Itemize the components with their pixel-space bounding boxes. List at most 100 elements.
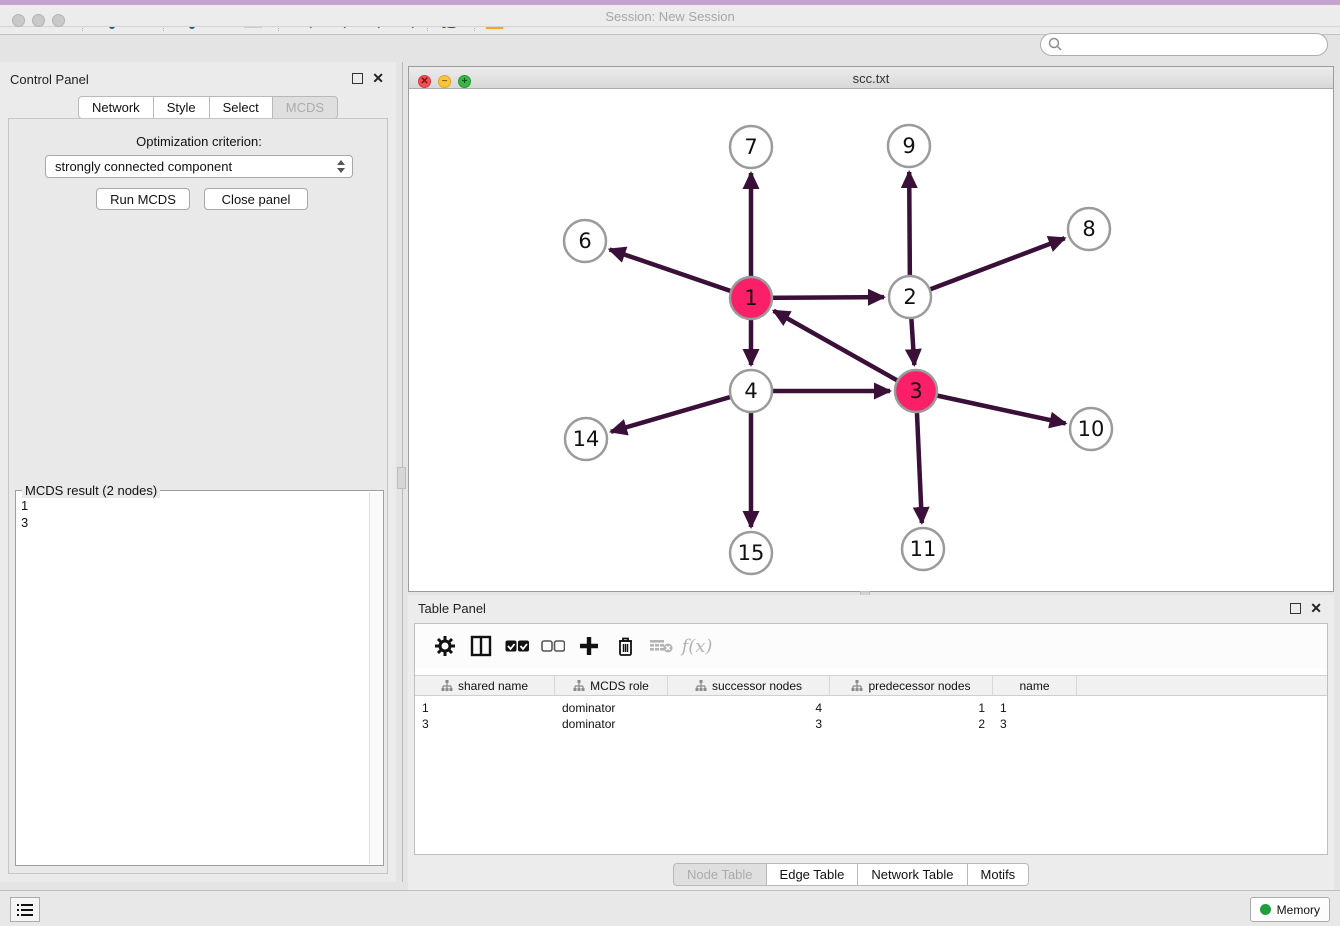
- column-label: successor nodes: [712, 679, 802, 693]
- table-header-row: shared name MCDS role successor nodes pr…: [415, 675, 1327, 696]
- float-panel-icon[interactable]: [1290, 603, 1301, 614]
- mcds-result-box: MCDS result (2 nodes) 1 3: [15, 490, 384, 866]
- column-label: MCDS role: [590, 679, 649, 693]
- column-header-shared-name[interactable]: shared name: [415, 676, 555, 695]
- column-layout-button[interactable]: [463, 629, 499, 663]
- tab-motifs[interactable]: Motifs: [968, 863, 1030, 886]
- column-label: shared name: [458, 679, 528, 693]
- os-titlebar: Session: New Session: [0, 5, 1340, 27]
- column-header-mcds-role[interactable]: MCDS role: [555, 676, 668, 695]
- node-table-container: f(x) shared name MCDS role successor nod…: [414, 623, 1328, 855]
- column-header-name[interactable]: name: [993, 676, 1077, 695]
- criterion-dropdown[interactable]: strongly connected component: [45, 155, 353, 178]
- deselect-all-rows-button[interactable]: [535, 629, 571, 663]
- tab-network-table[interactable]: Network Table: [858, 863, 967, 886]
- cell-predecessor-nodes[interactable]: 2: [830, 716, 993, 732]
- memory-button[interactable]: Memory: [1250, 897, 1330, 922]
- column-type-icon: [573, 680, 585, 691]
- graph-edge-3-1[interactable]: [774, 311, 916, 391]
- graph-node-label: 2: [903, 285, 916, 309]
- table-panel-controls: ✕: [1290, 600, 1322, 617]
- cell-shared-name[interactable]: 3: [415, 716, 555, 732]
- trash-icon: [616, 636, 635, 657]
- network-canvas[interactable]: 1 2 3 4 6 7 8 9 10 11 14 15: [409, 89, 1333, 591]
- float-panel-icon[interactable]: [352, 73, 363, 84]
- graph-node-7[interactable]: 7: [730, 126, 772, 168]
- tab-edge-table[interactable]: Edge Table: [767, 863, 859, 886]
- graph-node-14[interactable]: 14: [565, 418, 607, 460]
- search-input[interactable]: [1063, 36, 1327, 54]
- table-row[interactable]: 1 dominator 4 1 1: [415, 700, 1327, 716]
- graph-node-6[interactable]: 6: [564, 220, 606, 262]
- cell-shared-name[interactable]: 1: [415, 700, 555, 716]
- close-panel-icon[interactable]: ✕: [372, 70, 384, 87]
- network-window-titlebar[interactable]: ✕−+ scc.txt: [409, 67, 1333, 89]
- cell-mcds-role[interactable]: dominator: [555, 700, 668, 716]
- table-toolbar: f(x): [415, 624, 1327, 668]
- graph-edge-1-6[interactable]: [610, 249, 751, 298]
- cell-name[interactable]: 3: [993, 716, 1077, 732]
- graph-node-3[interactable]: 3: [895, 370, 937, 412]
- tab-style[interactable]: Style: [154, 96, 210, 119]
- graph-node-9[interactable]: 9: [888, 125, 930, 167]
- cell-predecessor-nodes[interactable]: 1: [830, 700, 993, 716]
- graph-node-label: 7: [744, 135, 757, 159]
- graph-node-label: 6: [578, 229, 591, 253]
- column-header-successor-nodes[interactable]: successor nodes: [668, 676, 830, 695]
- tab-node-table[interactable]: Node Table: [673, 863, 767, 886]
- delete-table-button: [643, 629, 679, 663]
- graph-node-11[interactable]: 11: [902, 528, 944, 570]
- graph-node-2[interactable]: 2: [889, 276, 931, 318]
- cell-successor-nodes[interactable]: 4: [668, 700, 830, 716]
- cell-name[interactable]: 1: [993, 700, 1077, 716]
- cell-successor-nodes[interactable]: 3: [668, 716, 830, 732]
- graph-node-label: 15: [738, 541, 765, 565]
- status-bar: Memory: [0, 890, 1340, 926]
- column-label: predecessor nodes: [868, 679, 970, 693]
- mcds-result-item: 1: [21, 497, 28, 514]
- graph-node-label: 11: [910, 537, 937, 561]
- tab-network[interactable]: Network: [78, 96, 154, 119]
- search-box[interactable]: [1040, 33, 1328, 56]
- graph-node-1[interactable]: 1: [730, 277, 772, 319]
- graph-node-label: 4: [744, 379, 757, 403]
- tab-select[interactable]: Select: [210, 96, 273, 119]
- run-mcds-button[interactable]: Run MCDS: [96, 188, 190, 210]
- vertical-splitter[interactable]: [396, 62, 408, 882]
- column-type-icon: [851, 680, 863, 691]
- gear-icon: [434, 635, 456, 657]
- splitter-handle[interactable]: [397, 467, 406, 489]
- close-panel-button[interactable]: Close panel: [204, 188, 308, 210]
- control-panel-controls: ✕: [352, 70, 384, 87]
- select-all-rows-button[interactable]: [499, 629, 535, 663]
- add-column-button[interactable]: [571, 629, 607, 663]
- memory-label: Memory: [1277, 903, 1320, 917]
- cell-mcds-role[interactable]: dominator: [555, 716, 668, 732]
- plus-icon: [579, 636, 599, 656]
- column-type-icon: [441, 680, 453, 691]
- graph-node-8[interactable]: 8: [1068, 208, 1110, 250]
- graph-node-10[interactable]: 10: [1070, 408, 1112, 450]
- table-panel-title: Table Panel: [418, 601, 486, 616]
- table-panel: Table Panel ✕: [408, 595, 1334, 890]
- graph-node-4[interactable]: 4: [730, 370, 772, 412]
- table-settings-button[interactable]: [427, 629, 463, 663]
- dropdown-stepper-icon: [337, 160, 345, 173]
- control-panel-tabs: Network Style Select MCDS: [78, 96, 338, 119]
- graph-edge-2-8[interactable]: [910, 238, 1065, 297]
- close-panel-icon[interactable]: ✕: [1310, 600, 1322, 617]
- session-title: Session: New Session: [0, 9, 1340, 24]
- column-header-predecessor-nodes[interactable]: predecessor nodes: [830, 676, 993, 695]
- task-history-button[interactable]: [10, 897, 40, 922]
- tab-mcds[interactable]: MCDS: [273, 96, 338, 119]
- table-panel-tabs: Node Table Edge Table Network Table Moti…: [673, 863, 1029, 886]
- result-scrollbar[interactable]: [369, 492, 382, 864]
- mcds-result-item: 3: [21, 514, 28, 531]
- graph-node-label: 1: [744, 286, 757, 310]
- delete-column-button[interactable]: [607, 629, 643, 663]
- function-builder-button: f(x): [679, 629, 715, 663]
- graph-node-15[interactable]: 15: [730, 532, 772, 574]
- graph-edge-3-10[interactable]: [916, 391, 1066, 423]
- columns-icon: [470, 635, 492, 657]
- table-row[interactable]: 3 dominator 3 2 3: [415, 716, 1327, 732]
